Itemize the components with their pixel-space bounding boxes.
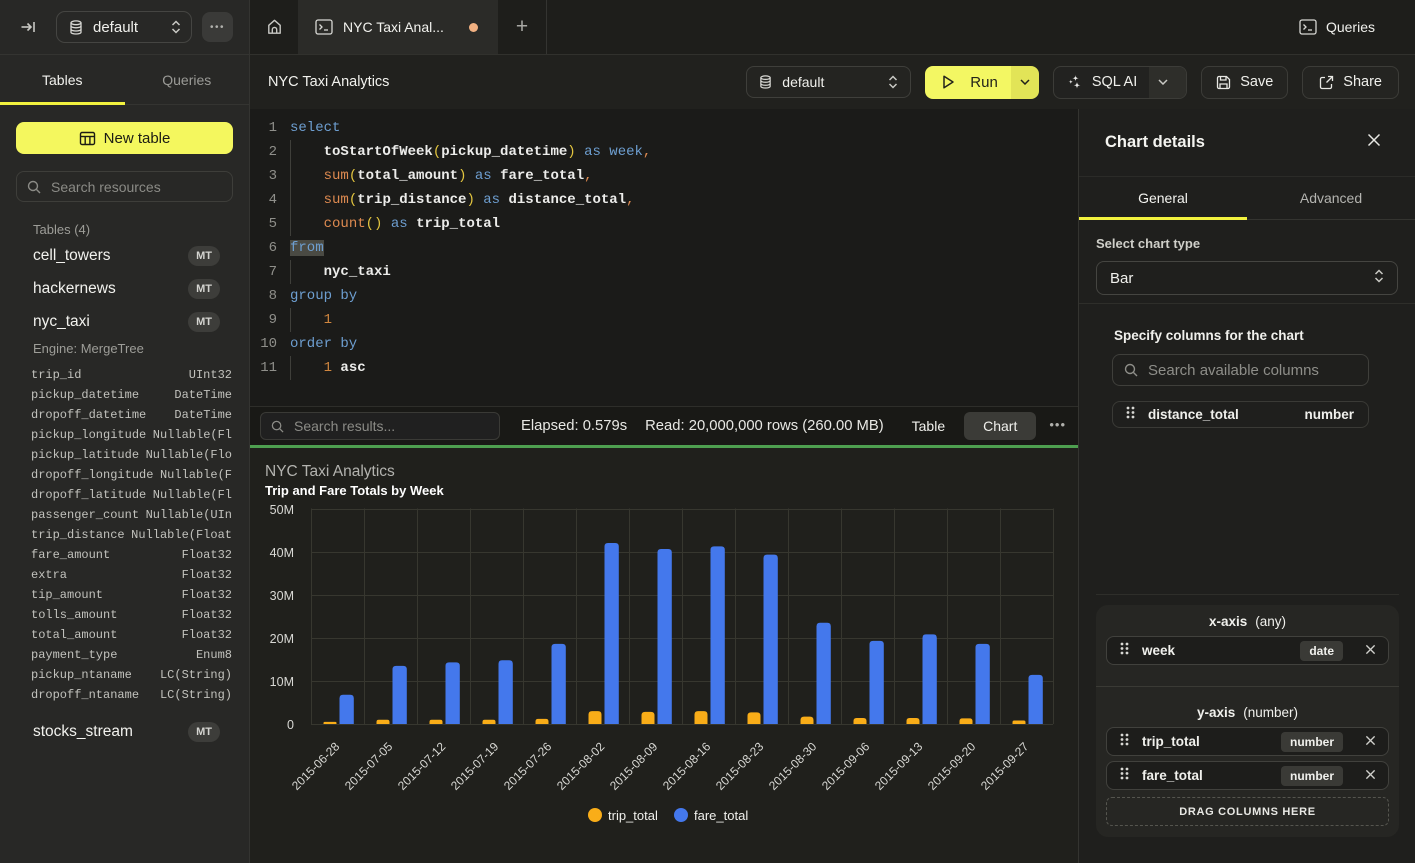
svg-text:2015-08-02: 2015-08-02 <box>554 739 608 793</box>
svg-text:2015-09-27: 2015-09-27 <box>978 739 1032 793</box>
svg-text:2015-08-16: 2015-08-16 <box>660 739 714 793</box>
svg-text:2015-06-28: 2015-06-28 <box>289 739 343 793</box>
svg-text:50M: 50M <box>270 503 294 517</box>
svg-text:trip_total: trip_total <box>608 808 658 823</box>
svg-text:2015-09-13: 2015-09-13 <box>872 739 926 793</box>
svg-text:Trip and Fare Totals by Week: Trip and Fare Totals by Week <box>265 483 444 498</box>
svg-text:2015-09-20: 2015-09-20 <box>925 739 979 793</box>
svg-text:0: 0 <box>287 718 294 732</box>
svg-text:NYC Taxi Analytics: NYC Taxi Analytics <box>265 463 395 480</box>
svg-text:2015-07-19: 2015-07-19 <box>448 739 502 793</box>
svg-text:2015-07-05: 2015-07-05 <box>342 739 396 793</box>
svg-text:fare_total: fare_total <box>694 808 748 823</box>
svg-text:40M: 40M <box>270 546 294 560</box>
svg-text:2015-08-30: 2015-08-30 <box>766 739 820 793</box>
svg-text:2015-08-23: 2015-08-23 <box>713 739 767 793</box>
svg-text:30M: 30M <box>270 589 294 603</box>
svg-text:20M: 20M <box>270 632 294 646</box>
svg-text:2015-07-26: 2015-07-26 <box>501 739 555 793</box>
svg-text:10M: 10M <box>270 675 294 689</box>
svg-text:2015-08-09: 2015-08-09 <box>607 739 661 793</box>
svg-text:2015-07-12: 2015-07-12 <box>395 739 449 793</box>
svg-text:2015-09-06: 2015-09-06 <box>819 739 873 793</box>
